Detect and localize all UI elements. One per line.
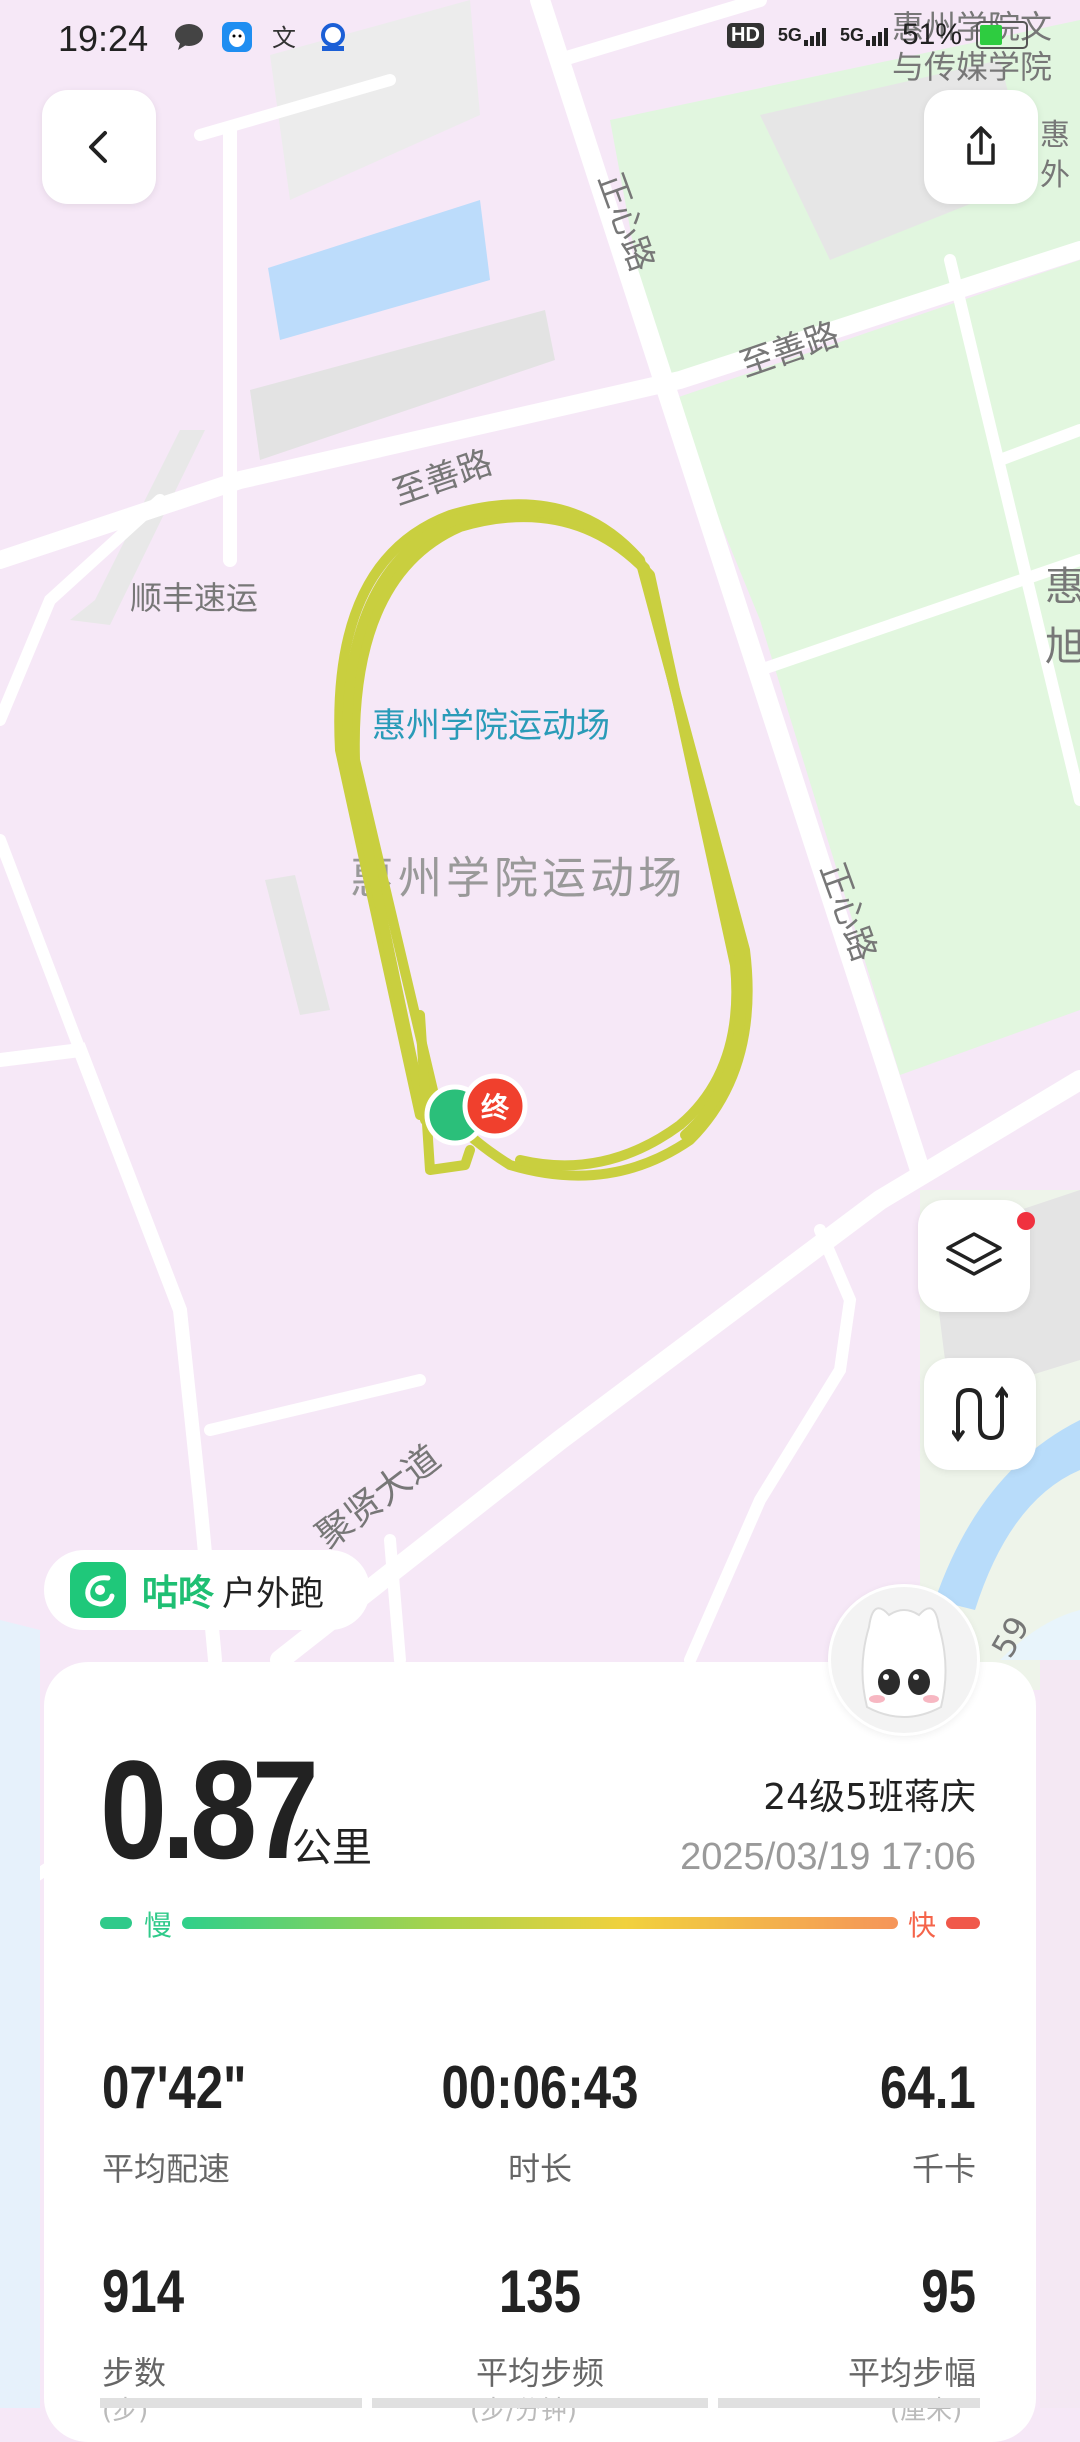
app-name: 咕咚: [142, 1573, 215, 1614]
poi-label-shunfeng: 顺丰速运: [130, 579, 258, 617]
share-button[interactable]: [924, 90, 1038, 204]
stat-unit-stride: (厘米): [890, 2396, 963, 2426]
hd-badge: HD: [727, 22, 764, 48]
activity-datetime: 2025/03/19 17:06: [680, 1836, 976, 1878]
stat-duration: 00:06:43 时长: [390, 2058, 690, 2190]
stat-avg-pace: 07'42" 平均配速: [102, 2058, 278, 2190]
stat-steps: 914 步数: [102, 2262, 202, 2394]
notification-icons: 文: [174, 22, 348, 52]
stat-label: 步数: [102, 2354, 167, 2392]
user-name: 24级5班蒋庆: [763, 1777, 976, 1818]
chat-bubble-icon: [175, 24, 203, 50]
battery-icon: [976, 21, 1028, 49]
distance-unit: 公里: [292, 1825, 372, 1871]
qq-app-icon: [222, 22, 252, 52]
pace-legend: 慢 快: [100, 1909, 980, 1942]
battery-percent: 51%: [901, 18, 962, 51]
stat-label: 平均步幅: [847, 2354, 976, 2392]
stat-stride: 95 平均步幅: [848, 2262, 976, 2394]
stat-value: 135: [498, 2258, 582, 2325]
notification-dot: [1017, 1212, 1035, 1230]
signal-2-icon: 5G: [840, 25, 888, 46]
stat-value: 95: [921, 2258, 976, 2325]
stat-value: 64.1: [880, 2054, 976, 2121]
status-bar: 19:24 文 HD 5G 5G 51%: [0, 0, 1080, 82]
codoon-logo-icon: [70, 1562, 126, 1618]
stat-unit-steps: (步): [102, 2396, 149, 2426]
share-icon: [967, 126, 995, 165]
stat-value: 914: [102, 2258, 185, 2325]
stat-calories: 64.1 千卡: [859, 2058, 976, 2190]
stat-label: 平均配速: [102, 2150, 231, 2188]
poi-label-right-c: 惠: [1045, 564, 1080, 610]
app-badge: 咕咚 户外跑: [44, 1550, 370, 1630]
chevron-left-icon: [89, 131, 107, 163]
activity-type: 户外跑: [222, 1573, 325, 1614]
stat-value: 00:06:43: [441, 2054, 639, 2121]
svg-text:文: 文: [272, 24, 296, 52]
layers-icon: [946, 1232, 1002, 1276]
user-avatar[interactable]: [828, 1584, 980, 1736]
stat-label: 千卡: [911, 2150, 976, 2188]
status-time: 19:24: [58, 18, 149, 59]
end-marker: 终: [462, 1073, 528, 1139]
stat-label: 平均步频: [475, 2354, 604, 2392]
divider: [718, 2398, 980, 2408]
translate-icon: 文: [272, 24, 296, 52]
pace-slow-label: 慢: [144, 1909, 173, 1942]
pace-slow-swatch: [100, 1917, 132, 1929]
signal-1-icon: 5G: [778, 25, 826, 46]
stat-cadence: 135 平均步频: [390, 2262, 690, 2394]
poi-label-right-b: 外: [1040, 158, 1070, 193]
poi-label-stadium-gray: 惠州学院运动场: [350, 853, 686, 904]
status-right: HD 5G 5G 51%: [727, 18, 1028, 52]
poi-label-right-d: 旭: [1045, 624, 1080, 670]
stat-unit-cadence: (步/分钟): [470, 2396, 578, 2426]
poi-label-right-a: 惠: [1040, 118, 1070, 153]
distance-value: 0.87: [100, 1731, 319, 1888]
divider: [100, 2398, 362, 2408]
bank-app-icon: [321, 23, 345, 51]
stat-label: 时长: [507, 2150, 572, 2188]
svg-text:终: 终: [481, 1091, 510, 1124]
route-replay-button[interactable]: [924, 1358, 1036, 1470]
map-layers-button[interactable]: [918, 1200, 1030, 1312]
back-button[interactable]: [42, 90, 156, 204]
divider: [372, 2398, 708, 2408]
pace-gradient: [182, 1917, 898, 1929]
pace-fast-label: 快: [908, 1909, 937, 1942]
stat-value: 07'42": [102, 2054, 247, 2121]
route-wave-icon: [952, 1385, 1008, 1443]
pace-fast-swatch: [946, 1917, 980, 1929]
poi-label-stadium: 惠州学院运动场: [372, 706, 610, 746]
